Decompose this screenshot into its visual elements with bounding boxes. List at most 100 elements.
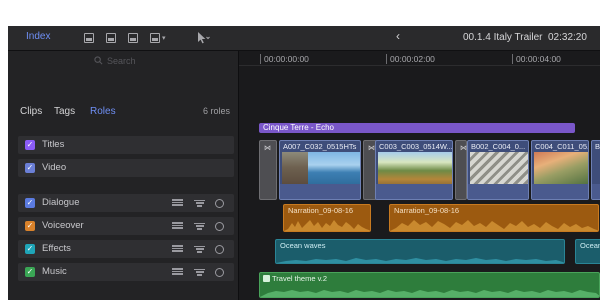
transition-icon: ⋈ [368,145,375,152]
video-clip[interactable]: B [591,140,600,200]
overwrite-clip-icon[interactable] [128,29,138,46]
timeline-index-panel: Clips Tags Roles 6 roles ✓ Titles ✓ Vide… [8,51,239,300]
effects-clip[interactable]: Ocean waves [275,239,565,264]
final-cut-window: Index ▾ ‹ 00.1.4 Italy Trailer 02:32:20 … [8,26,600,300]
effects-clip[interactable]: Ocean [575,239,600,264]
ruler-timecode: 00:00:04:00 [516,54,561,64]
transition-icon: ⋈ [264,145,271,152]
roles-count: 6 roles [202,106,230,116]
transition-clip[interactable]: ⋈ [455,140,467,200]
focus-icon[interactable] [194,267,205,277]
search-icon [94,56,103,65]
tab-clips[interactable]: Clips [20,106,42,117]
titles-checkbox[interactable]: ✓ [25,140,35,150]
clip-name: Cinque Terre - Echo [263,123,334,132]
clip-name: Narration_09-08-16 [288,206,354,215]
ruler-tick [512,54,513,64]
audio-waveform [390,220,598,231]
clip-thumbnail [282,152,308,186]
role-row-dialogue[interactable]: ✓ Dialogue [18,194,234,212]
role-label: Voiceover [42,220,84,231]
video-clip[interactable]: C004_C011_05... [531,140,589,200]
dialogue-checkbox[interactable]: ✓ [25,198,35,208]
clip-name: C003_C003_0514W... [379,142,453,151]
role-row-voiceover[interactable]: ✓ Voiceover [18,217,234,235]
voiceover-checkbox[interactable]: ✓ [25,221,35,231]
video-checkbox[interactable]: ✓ [25,163,35,173]
music-clip[interactable]: Travel theme v.2 [259,272,600,298]
clip-filmstrip-base [376,184,452,199]
audio-waveform [260,290,599,297]
connect-clip-icon[interactable]: ▾ [150,29,166,46]
search-input[interactable] [107,54,187,68]
clip-filmstrip-base [468,184,528,199]
toolbar: Index ▾ ‹ 00.1.4 Italy Trailer 02:32:20 [8,26,600,51]
music-checkbox[interactable]: ✓ [25,267,35,277]
solo-icon[interactable] [215,244,224,254]
focus-icon[interactable] [194,221,205,231]
timeline-ruler[interactable]: 00:00:00:00 00:00:02:00 00:00:04:00 [239,51,600,66]
transition-clip[interactable]: ⋈ [259,140,277,200]
title-clip[interactable]: Cinque Terre - Echo [259,123,575,133]
solo-icon[interactable] [215,267,224,277]
role-row-titles[interactable]: ✓ Titles [18,136,234,154]
back-chevron-icon[interactable]: ‹ [396,29,400,43]
focus-icon[interactable] [194,244,205,254]
project-title: 00.1.4 Italy Trailer [463,32,543,43]
video-clip[interactable]: A007_C032_0515HTs [279,140,361,200]
clip-name: B002_C004_0... [471,142,526,151]
audio-waveform [276,258,564,263]
music-note-icon [263,275,270,282]
clip-name: Travel theme v.2 [272,274,328,283]
clip-name: Narration_09-08-16 [394,206,460,215]
role-row-effects[interactable]: ✓ Effects [18,240,234,258]
show-lanes-icon[interactable] [172,221,183,231]
solo-icon[interactable] [215,221,224,231]
ruler-tick [386,54,387,64]
clip-thumbnail [308,152,360,186]
index-button[interactable]: Index [26,31,50,42]
role-row-video[interactable]: ✓ Video [18,159,234,177]
clip-filmstrip-base [592,184,600,199]
primary-storyline: ⋈ A007_C032_0515HTs ⋈ C003_C003_0514W...… [259,140,600,200]
clip-thumbnail [470,152,528,186]
project-duration: 02:32:20 [548,32,587,43]
effects-checkbox[interactable]: ✓ [25,244,35,254]
tab-tags[interactable]: Tags [54,106,75,117]
show-lanes-icon[interactable] [172,198,183,208]
ruler-tick [260,54,261,64]
clip-name: Ocean [580,241,600,250]
tab-roles[interactable]: Roles [90,106,116,117]
timeline[interactable]: 00:00:00:00 00:00:02:00 00:00:04:00 Cinq… [239,51,600,300]
arrow-tool-icon[interactable] [196,31,210,45]
clip-name: C004_C011_05... [535,142,589,151]
clip-name: A007_C032_0515HTs [283,142,357,151]
ruler-timecode: 00:00:02:00 [390,54,435,64]
clip-thumbnail [534,152,588,186]
clip-thumbnail [378,152,452,186]
role-label: Titles [42,139,65,150]
show-lanes-icon[interactable] [172,244,183,254]
show-lanes-icon[interactable] [172,267,183,277]
append-clip-icon[interactable] [84,29,94,46]
role-row-music[interactable]: ✓ Music [18,263,234,281]
audio-waveform [284,220,370,231]
video-clip[interactable]: C003_C003_0514W... [375,140,453,200]
transition-icon: ⋈ [460,145,467,152]
solo-icon[interactable] [215,198,224,208]
video-clip[interactable]: B002_C004_0... [467,140,529,200]
role-label: Music [42,266,67,277]
insert-clip-icon[interactable] [106,29,116,46]
focus-icon[interactable] [194,198,205,208]
narration-clip[interactable]: Narration_09-08-16 [283,204,371,232]
role-label: Effects [42,243,71,254]
search-field[interactable] [8,54,238,68]
role-label: Video [42,162,67,173]
ruler-timecode: 00:00:00:00 [264,54,309,64]
role-label: Dialogue [42,197,80,208]
clip-name: Ocean waves [280,241,326,250]
narration-clip[interactable]: Narration_09-08-16 [389,204,599,232]
clip-filmstrip-base [532,184,588,199]
clip-name: B [595,142,600,151]
clip-filmstrip-base [280,184,360,199]
